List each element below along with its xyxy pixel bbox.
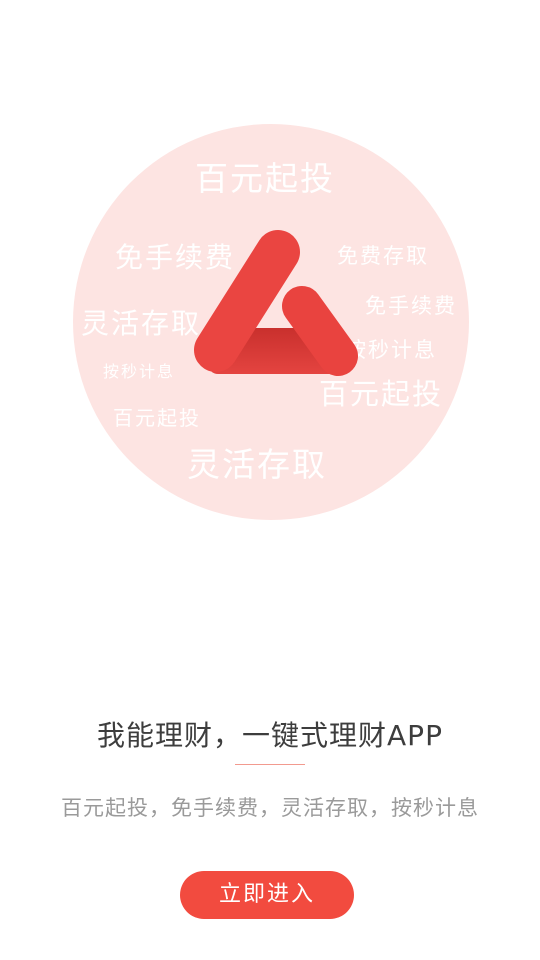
feature-subtitle: 百元起投，免手续费，灵活存取，按秒计息 bbox=[61, 796, 479, 820]
watermark-text: 百元起投 bbox=[195, 159, 335, 198]
title-divider bbox=[235, 764, 305, 765]
page-title: 我能理财，一键式理财APP bbox=[97, 719, 443, 752]
watermark-text: 按秒计息 bbox=[103, 362, 176, 381]
watermark-text: 免手续费 bbox=[365, 294, 457, 318]
enter-button[interactable]: 立即进入 bbox=[180, 871, 354, 919]
watermark-text: 百元起投 bbox=[319, 377, 444, 411]
watermark-text: 百元起投 bbox=[113, 406, 201, 430]
watermark-text: 灵活存取 bbox=[81, 307, 202, 340]
brand-logo-icon bbox=[194, 230, 358, 376]
watermark-text: 灵活存取 bbox=[187, 445, 327, 484]
